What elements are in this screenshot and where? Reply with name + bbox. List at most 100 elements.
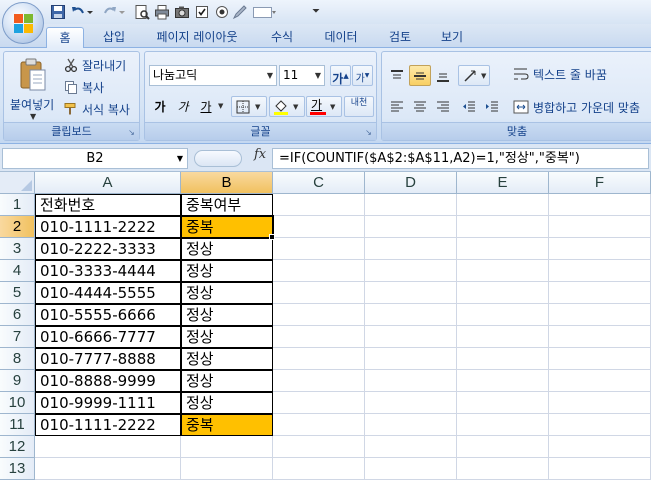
- cell-f7[interactable]: [549, 326, 651, 348]
- camera-icon[interactable]: [174, 4, 190, 20]
- name-box-resize-handle[interactable]: [194, 150, 242, 167]
- formula-input[interactable]: =IF(COUNTIF($A$2:$A$11,A2)=1,"정상","중복"): [272, 148, 649, 169]
- cell-c4[interactable]: [273, 260, 365, 282]
- cell-d1[interactable]: [365, 194, 457, 216]
- cell-f3[interactable]: [549, 238, 651, 260]
- font-name-combo[interactable]: 나눔고딕 ▼: [149, 65, 277, 86]
- row-header-1[interactable]: 1: [0, 194, 35, 216]
- cell-c9[interactable]: [273, 370, 365, 392]
- fill-color-button[interactable]: ▼: [269, 96, 305, 117]
- cell-a11[interactable]: 010-1111-2222: [35, 414, 181, 436]
- align-center-button[interactable]: [409, 96, 431, 117]
- cell-a5[interactable]: 010-4444-5555: [35, 282, 181, 304]
- cell-b3[interactable]: 정상: [181, 238, 273, 260]
- cell-f13[interactable]: [549, 458, 651, 480]
- form-control-icon[interactable]: [252, 4, 276, 20]
- tab-home[interactable]: 홈: [46, 27, 84, 48]
- cell-a2[interactable]: 010-1111-2222: [35, 216, 181, 238]
- name-box[interactable]: B2 ▼: [2, 148, 188, 169]
- cell-b8[interactable]: 정상: [181, 348, 273, 370]
- column-header-b[interactable]: B: [181, 172, 273, 194]
- cell-d3[interactable]: [365, 238, 457, 260]
- row-header-4[interactable]: 4: [0, 260, 35, 282]
- cell-a4[interactable]: 010-3333-4444: [35, 260, 181, 282]
- decrease-indent-button[interactable]: [458, 96, 480, 117]
- phonetic-button[interactable]: 내천: [344, 96, 374, 117]
- orientation-button[interactable]: ▼: [458, 65, 490, 86]
- redo-dropdown-icon[interactable]: [118, 4, 126, 20]
- cell-c1[interactable]: [273, 194, 365, 216]
- checkbox-icon[interactable]: [194, 4, 210, 20]
- cell-a9[interactable]: 010-8888-9999: [35, 370, 181, 392]
- grow-font-button[interactable]: 가▲: [330, 65, 351, 86]
- cell-b13[interactable]: [181, 458, 273, 480]
- cell-b1[interactable]: 중복여부: [181, 194, 273, 216]
- cell-a1[interactable]: 전화번호: [35, 194, 181, 216]
- cell-a8[interactable]: 010-7777-8888: [35, 348, 181, 370]
- italic-button[interactable]: 가: [172, 96, 194, 117]
- cell-a3[interactable]: 010-2222-3333: [35, 238, 181, 260]
- font-color-button[interactable]: 가 ▼: [306, 96, 342, 117]
- cell-c8[interactable]: [273, 348, 365, 370]
- radio-icon[interactable]: [214, 4, 230, 20]
- cell-a7[interactable]: 010-6666-7777: [35, 326, 181, 348]
- tab-data[interactable]: 데이터: [314, 27, 368, 48]
- cell-d12[interactable]: [365, 436, 457, 458]
- cell-c7[interactable]: [273, 326, 365, 348]
- bold-button[interactable]: 가: [149, 96, 171, 117]
- cell-e11[interactable]: [457, 414, 549, 436]
- cell-d5[interactable]: [365, 282, 457, 304]
- print-icon[interactable]: [154, 4, 170, 20]
- row-header-13[interactable]: 13: [0, 458, 35, 480]
- cell-e4[interactable]: [457, 260, 549, 282]
- office-button[interactable]: [2, 2, 44, 44]
- underline-dropdown-icon[interactable]: ▼: [218, 102, 223, 110]
- row-header-8[interactable]: 8: [0, 348, 35, 370]
- cell-f10[interactable]: [549, 392, 651, 414]
- cell-f9[interactable]: [549, 370, 651, 392]
- cell-c13[interactable]: [273, 458, 365, 480]
- cell-d10[interactable]: [365, 392, 457, 414]
- cell-e5[interactable]: [457, 282, 549, 304]
- cell-c2[interactable]: [273, 216, 365, 238]
- row-header-7[interactable]: 7: [0, 326, 35, 348]
- fill-handle[interactable]: [269, 234, 275, 240]
- cell-c3[interactable]: [273, 238, 365, 260]
- row-header-12[interactable]: 12: [0, 436, 35, 458]
- shrink-font-button[interactable]: 가▼: [352, 65, 373, 86]
- cell-e13[interactable]: [457, 458, 549, 480]
- save-icon[interactable]: [50, 4, 66, 20]
- cell-e7[interactable]: [457, 326, 549, 348]
- cell-d7[interactable]: [365, 326, 457, 348]
- cell-b2[interactable]: 중복: [181, 216, 273, 238]
- cell-a13[interactable]: [35, 458, 181, 480]
- align-middle-button[interactable]: [409, 65, 431, 86]
- cell-b7[interactable]: 정상: [181, 326, 273, 348]
- cell-f5[interactable]: [549, 282, 651, 304]
- cell-f11[interactable]: [549, 414, 651, 436]
- tab-insert[interactable]: 삽입: [92, 27, 136, 48]
- cell-b6[interactable]: 정상: [181, 304, 273, 326]
- undo-dropdown-icon[interactable]: [86, 4, 94, 20]
- cell-c5[interactable]: [273, 282, 365, 304]
- cell-e8[interactable]: [457, 348, 549, 370]
- cell-d2[interactable]: [365, 216, 457, 238]
- cell-e2[interactable]: [457, 216, 549, 238]
- cell-e6[interactable]: [457, 304, 549, 326]
- cell-b11[interactable]: 중복: [181, 414, 273, 436]
- cell-f4[interactable]: [549, 260, 651, 282]
- insert-function-icon[interactable]: fx: [254, 147, 266, 162]
- select-all-button[interactable]: [0, 172, 35, 194]
- column-header-c[interactable]: C: [273, 172, 365, 194]
- cell-d4[interactable]: [365, 260, 457, 282]
- tab-formulas[interactable]: 수식: [260, 27, 304, 48]
- cell-d6[interactable]: [365, 304, 457, 326]
- cell-b12[interactable]: [181, 436, 273, 458]
- cell-d11[interactable]: [365, 414, 457, 436]
- clipboard-dialog-launcher-icon[interactable]: ↘: [127, 128, 136, 137]
- redo-icon[interactable]: [102, 4, 118, 20]
- row-header-9[interactable]: 9: [0, 370, 35, 392]
- cell-c11[interactable]: [273, 414, 365, 436]
- increase-indent-button[interactable]: [481, 96, 503, 117]
- align-left-button[interactable]: [386, 96, 408, 117]
